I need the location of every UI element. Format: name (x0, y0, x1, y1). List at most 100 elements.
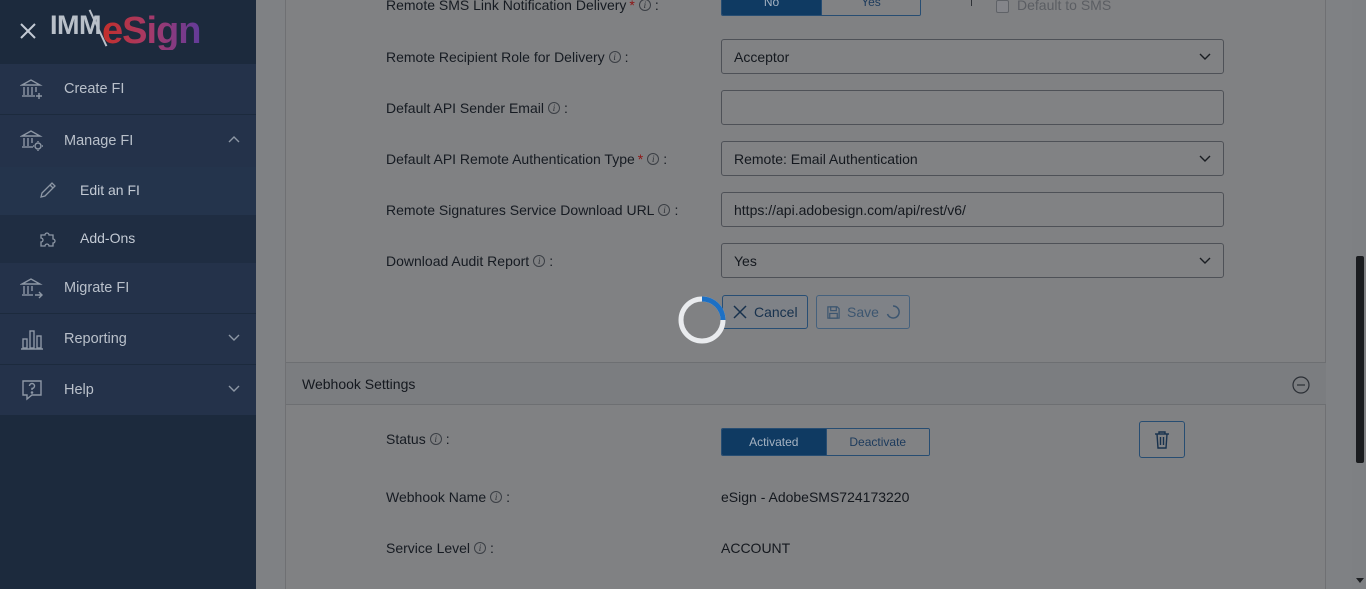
status-option-activated[interactable]: Activated (722, 429, 826, 455)
info-icon[interactable]: i (474, 542, 487, 554)
webhook-section-header[interactable]: Webhook Settings (286, 362, 1326, 405)
label-colon: : (674, 202, 679, 218)
info-icon[interactable]: i (490, 491, 503, 503)
label-colon: : (563, 100, 568, 116)
select-value: Yes (734, 252, 757, 269)
sidebar-item-label: Reporting (64, 331, 127, 347)
recipient-role-label: Remote Recipient Role for Delivery i: (386, 49, 629, 65)
info-icon[interactable]: i (608, 51, 621, 63)
webhook-name-label: Webhook Name i: (386, 489, 510, 505)
sidebar-item-help[interactable]: Help (0, 365, 256, 415)
chevron-down-icon (1199, 257, 1211, 264)
settings-card: Remote SMS Link Notification Delivery * i:… (285, 0, 1326, 589)
field-label-text: Default API Remote Authentication Type (386, 151, 635, 167)
recipient-role-select[interactable]: Acceptor (721, 39, 1224, 74)
sidebar-item-label: Add-Ons (80, 230, 136, 246)
required-asterisk: * (637, 151, 644, 167)
info-icon[interactable]: i (429, 433, 442, 445)
sidebar-item-edit-fi[interactable]: Edit an FI (0, 167, 256, 215)
sidebar: IMM eSign Create FI Manage FI Edit an FI… (0, 0, 256, 589)
label-colon: : (549, 253, 554, 269)
sidebar-item-migrate-fi[interactable]: Migrate FI (0, 263, 256, 313)
sidebar-item-reporting[interactable]: Reporting (0, 314, 256, 364)
sms-link-option-no[interactable]: No (722, 0, 821, 15)
puzzle-icon (40, 232, 56, 247)
input-value: https://api.adobesign.com/api/rest/v6/ (734, 201, 966, 218)
field-label-text: Default API Sender Email (386, 100, 544, 116)
section-title: Webhook Settings (302, 376, 416, 392)
webhook-status-label: Status i: (386, 431, 450, 447)
sidebar-header: IMM eSign (0, 0, 256, 64)
chevron-down-icon (228, 334, 240, 341)
chevron-down-icon (1199, 53, 1211, 60)
required-asterisk: * (629, 0, 635, 13)
sms-link-toggle: No Yes (721, 0, 921, 16)
sidebar-item-label: Edit an FI (80, 182, 140, 198)
help-bubble-icon (22, 380, 42, 401)
label-colon: : (663, 151, 668, 167)
download-url-label: Remote Signatures Service Download URL i: (386, 202, 678, 218)
webhook-name-value: eSign - AdobeSMS724173220 (721, 489, 910, 505)
collapse-minus-icon[interactable] (1292, 376, 1310, 394)
sms-link-option-yes[interactable]: Yes (821, 0, 920, 15)
loading-spinner (678, 296, 726, 344)
status-option-deactivate[interactable]: Deactivate (825, 429, 929, 455)
field-label-text: Remote Signatures Service Download URL (386, 202, 655, 218)
sidebar-item-create-fi[interactable]: Create FI (0, 64, 256, 114)
label-colon: : (490, 540, 494, 556)
auth-type-label: Default API Remote Authentication Type * i… (386, 151, 667, 167)
bank-arrow-icon (20, 278, 43, 299)
vertical-divider (971, 0, 972, 6)
default-to-sms-checkbox[interactable] (996, 0, 1009, 13)
field-label-text: Download Audit Report (386, 253, 530, 269)
sidebar-item-label: Help (64, 382, 94, 398)
trash-icon (1155, 430, 1169, 449)
auth-type-select[interactable]: Remote: Email Authentication (721, 141, 1224, 176)
audit-report-label: Download Audit Report i: (386, 253, 553, 269)
info-icon[interactable]: i (547, 102, 560, 114)
chevron-down-icon (1199, 155, 1211, 162)
button-label: Cancel (754, 304, 798, 320)
delete-webhook-button[interactable] (1139, 421, 1185, 458)
save-button[interactable]: Save (816, 295, 910, 329)
api-sender-email-input[interactable] (721, 90, 1224, 125)
audit-report-select[interactable]: Yes (721, 243, 1224, 278)
field-label-text: Webhook Name (386, 489, 487, 505)
bank-plus-icon (20, 79, 43, 99)
info-icon[interactable]: i (647, 153, 660, 165)
field-label-text: Status (386, 431, 426, 447)
sms-link-label: Remote SMS Link Notification Delivery * i: (386, 0, 659, 13)
webhook-status-toggle: Activated Deactivate (721, 428, 930, 456)
select-value: Acceptor (734, 48, 790, 65)
field-label-text: Remote Recipient Role for Delivery (386, 49, 605, 65)
info-icon[interactable]: i (638, 0, 651, 11)
scroll-down-arrow[interactable] (1356, 578, 1364, 583)
sidebar-item-add-ons[interactable]: Add-Ons (0, 215, 256, 263)
service-level-value: ACCOUNT (721, 540, 791, 556)
close-icon (733, 305, 747, 319)
bank-gear-icon (20, 130, 43, 151)
main-content: Remote SMS Link Notification Delivery * i:… (256, 0, 1366, 589)
label-colon: : (654, 0, 659, 13)
cancel-button[interactable]: Cancel (722, 295, 808, 329)
button-label: Save (847, 304, 879, 320)
sidebar-item-label: Create FI (64, 81, 125, 97)
label-colon: : (445, 431, 450, 447)
loading-icon (886, 305, 900, 319)
info-icon[interactable]: i (658, 204, 671, 216)
logo-text-esign: eSign (102, 10, 201, 52)
sidebar-item-label: Migrate FI (64, 280, 130, 296)
sidebar-item-label: Manage FI (64, 133, 134, 149)
api-sender-email-label: Default API Sender Email i: (386, 100, 568, 116)
bar-chart-icon (21, 330, 43, 350)
download-url-input[interactable]: https://api.adobesign.com/api/rest/v6/ (721, 192, 1224, 227)
scrollbar-thumb[interactable] (1356, 256, 1364, 463)
label-colon: : (624, 49, 629, 65)
sidebar-item-manage-fi[interactable]: Manage FI (0, 115, 256, 167)
save-icon (827, 305, 840, 319)
pencil-icon (40, 182, 56, 198)
page-scrollbar[interactable] (1352, 0, 1366, 589)
close-icon[interactable] (18, 21, 38, 41)
chevron-down-icon (228, 385, 240, 392)
info-icon[interactable]: i (533, 255, 546, 267)
